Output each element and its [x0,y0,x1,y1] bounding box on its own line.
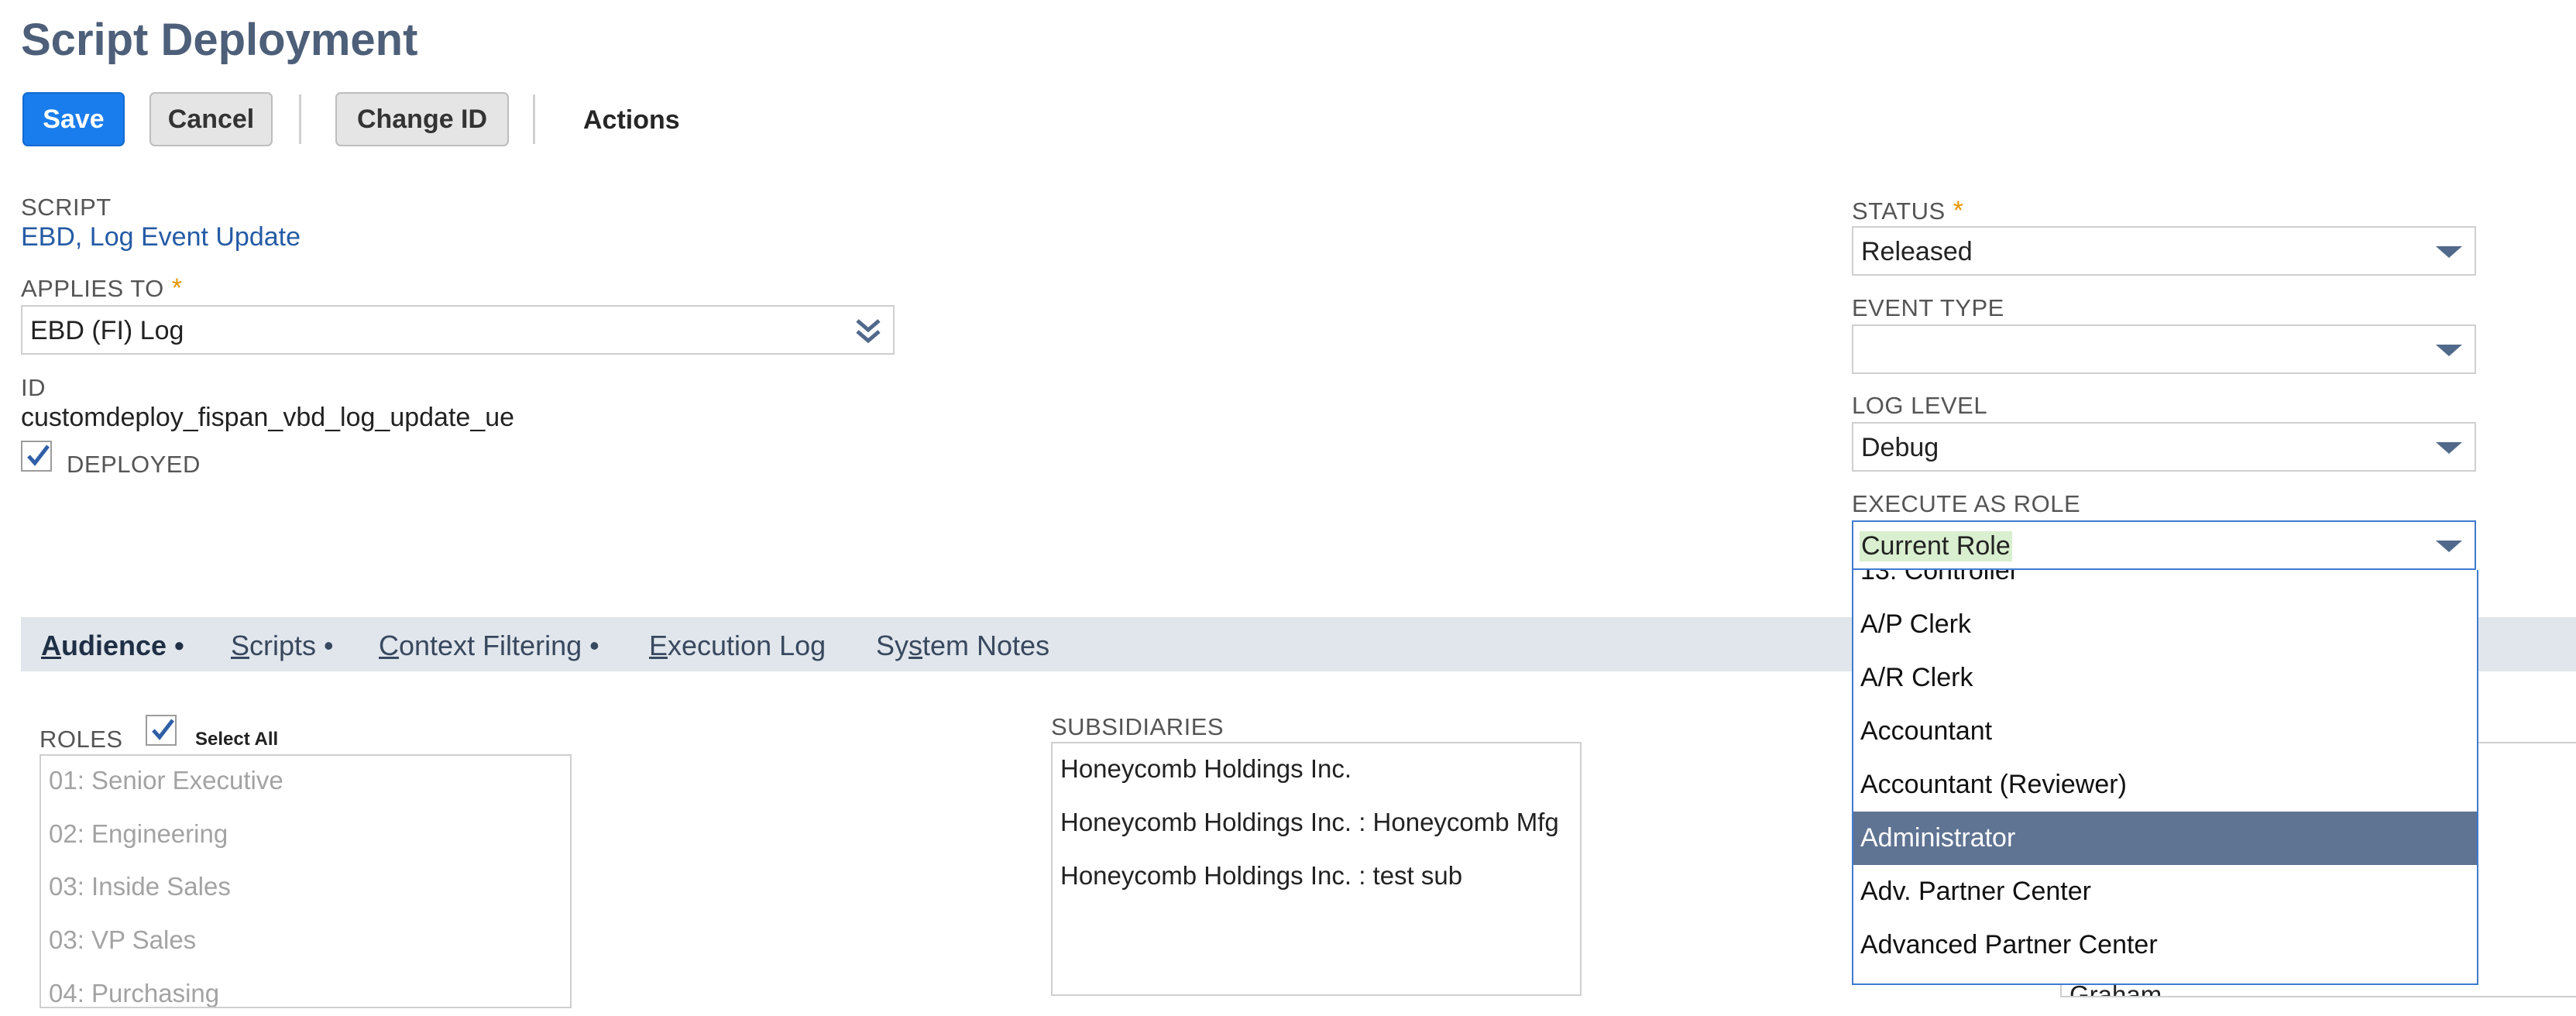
tab-system-notes-label: tem Notes [922,630,1050,661]
list-item[interactable]: 01: Senior Executive [49,766,283,795]
double-chevron-down-icon [856,319,881,344]
tab-audience[interactable]: Audience • [41,630,184,662]
execute-as-role-value: Current Role [1860,531,2012,561]
status-value: Released [1861,237,1973,266]
list-item[interactable]: 03: Inside Sales [49,872,231,901]
list-item[interactable]: Honeycomb Holdings Inc. [1060,754,1352,784]
script-link[interactable]: EBD, Log Event Update [21,222,301,252]
toolbar-divider [533,94,535,144]
tab-context-filtering[interactable]: Context Filtering • [379,630,599,662]
execute-as-role-label: EXECUTE AS ROLE [1852,490,2081,517]
tab-execution-log-accesskey: E [649,630,668,661]
tab-system-notes-prefix: Sy [876,630,909,661]
event-type-label: EVENT TYPE [1852,294,2004,321]
status-label: STATUS * [1852,196,1963,226]
tab-context-filtering-label: ontext Filtering [399,630,582,661]
status-select[interactable]: Released [1852,226,2476,276]
id-label: ID [21,374,46,401]
tab-execution-log-label: xecution Log [668,630,826,661]
dropdown-option[interactable]: A/P Clerk [1853,598,2477,651]
list-item[interactable]: 04: Purchasing [49,979,219,1007]
dropdown-option[interactable]: 13: Controller [1853,570,2477,598]
log-level-value: Debug [1861,433,1939,462]
tab-context-filtering-accesskey: C [379,630,399,661]
checkmark-icon [27,444,50,466]
dropdown-option-selected[interactable]: Administrator [1853,812,2477,865]
roles-label: ROLES [39,726,123,753]
applies-to-label: APPLIES TO * [21,273,183,304]
log-level-label: LOG LEVEL [1852,392,1988,419]
script-label: SCRIPT [21,194,112,221]
chevron-down-icon [2436,246,2462,258]
applies-to-select[interactable]: EBD (FI) Log [21,305,895,355]
change-id-button[interactable]: Change ID [335,92,509,146]
select-all-label: Select All [195,729,279,750]
tab-scripts-accesskey: S [231,630,250,661]
chevron-down-icon [2436,345,2462,356]
actions-menu[interactable]: Actions [583,105,680,136]
required-mark: * [171,273,183,303]
list-item[interactable]: Honeycomb Holdings Inc. : Honeycomb Mfg [1060,808,1559,837]
execute-as-role-select[interactable]: Current Role [1852,520,2476,570]
tab-context-filtering-marker: • [589,630,599,661]
roles-listbox[interactable]: 01: Senior Executive 02: Engineering 03:… [39,754,572,1008]
applies-to-value: EBD (FI) Log [30,316,184,345]
subsidiaries-label: SUBSIDIARIES [1051,713,1224,740]
required-mark: * [1953,196,1964,225]
toolbar-divider [299,94,301,144]
list-item[interactable]: Honeycomb Holdings Inc. : test sub [1060,861,1462,891]
event-type-select[interactable] [1852,324,2476,374]
tab-scripts[interactable]: Scripts • [231,630,334,662]
status-label-text: STATUS [1852,197,1946,225]
list-item[interactable]: 03: VP Sales [49,925,196,955]
dropdown-option[interactable]: Advanced Partner Center [1853,918,2477,972]
tab-execution-log[interactable]: Execution Log [649,630,826,662]
checkmark-icon [152,719,174,740]
tab-system-notes[interactable]: System Notes [876,630,1049,662]
tab-audience-label: udience [61,630,167,661]
subsidiaries-listbox[interactable]: Honeycomb Holdings Inc. Honeycomb Holdin… [1051,742,1582,996]
dropdown-option[interactable]: Accountant [1853,705,2477,758]
dropdown-option[interactable]: Adv. Partner Center [1853,865,2477,918]
cancel-button[interactable]: Cancel [149,92,273,146]
tab-scripts-label: cripts [249,630,317,661]
select-all-checkbox[interactable] [146,715,177,746]
save-button[interactable]: Save [22,92,125,146]
list-item[interactable]: 02: Engineering [49,819,228,849]
dropdown-option[interactable]: Accountant (Reviewer) [1853,758,2477,812]
chevron-down-icon [2436,541,2462,552]
tab-system-notes-accesskey: s [908,630,923,661]
dropdown-option[interactable]: A/R Clerk [1853,651,2477,705]
deployed-label: DEPLOYED [67,451,201,478]
role-dropdown-list[interactable]: 13: Controller A/P Clerk A/R Clerk Accou… [1852,570,2478,985]
page-title: Script Deployment [21,15,418,65]
tab-scripts-marker: • [324,630,334,661]
log-level-select[interactable]: Debug [1852,422,2476,472]
applies-to-label-text: APPLIES TO [21,275,164,302]
tab-audience-marker: • [174,630,184,661]
chevron-down-icon [2436,442,2462,454]
id-value: customdeploy_fispan_vbd_log_update_ue [21,403,515,432]
deployed-checkbox[interactable] [21,441,52,472]
tab-audience-accesskey: A [41,630,61,661]
